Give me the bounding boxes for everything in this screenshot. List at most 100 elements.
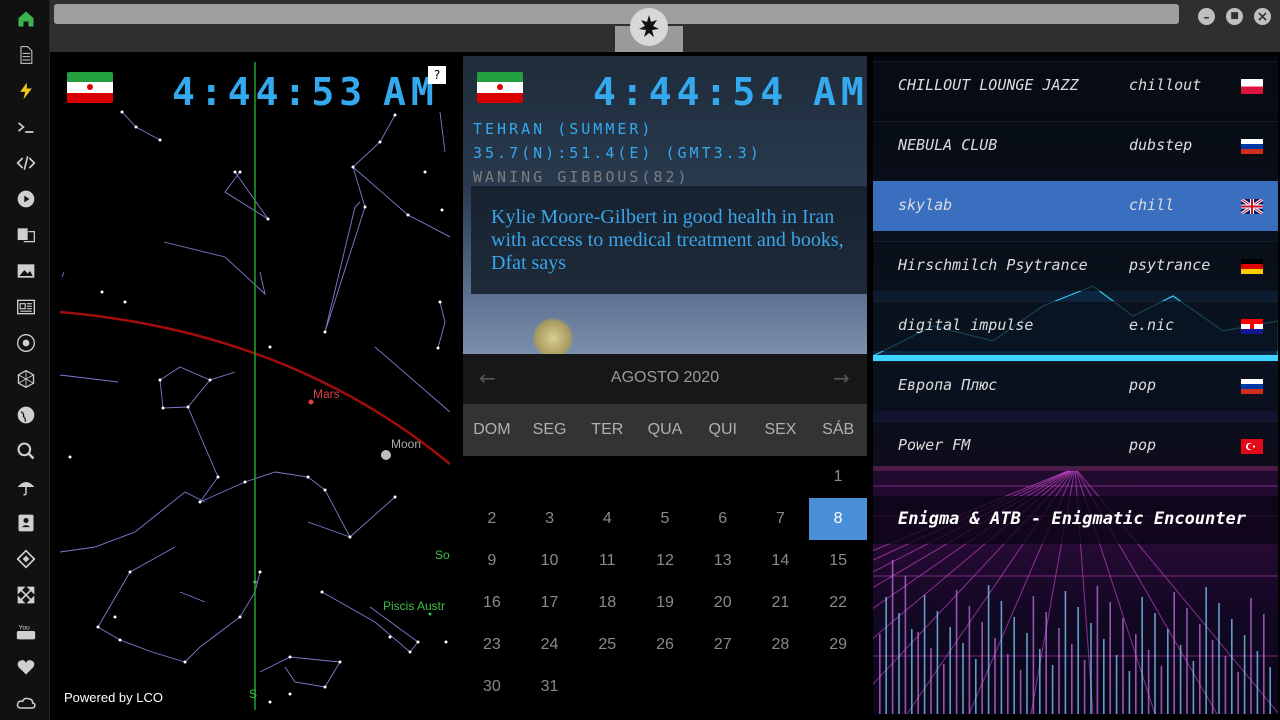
umbrella-icon[interactable] (13, 474, 39, 500)
calendar-day[interactable]: 1 (809, 456, 867, 498)
star (320, 590, 324, 594)
station-row[interactable]: CHILLOUT LOUNGE JAZZ chillout (873, 61, 1278, 111)
rebel-icon[interactable] (13, 330, 39, 356)
calendar-day[interactable]: 17 (521, 582, 579, 624)
maximize-button[interactable]: ■ (1226, 8, 1243, 25)
moon-marker[interactable] (381, 450, 391, 460)
calendar-day[interactable]: 5 (636, 498, 694, 540)
calendar-day[interactable]: 6 (694, 498, 752, 540)
top-bar: – ■ × (50, 0, 1280, 52)
lightning-icon[interactable] (13, 78, 39, 104)
visualizer-bar (1160, 666, 1163, 714)
calendar-day[interactable]: 11 (578, 540, 636, 582)
code-icon[interactable] (13, 150, 39, 176)
news-box[interactable]: Kylie Moore-Gilbert in good health in Ir… (471, 186, 867, 294)
station-name: Power FM (898, 436, 971, 454)
calendar-weekdays: DOM SEG TER QUA QUI SEX SÁB (463, 404, 867, 456)
constellation-line (163, 241, 266, 296)
station-row[interactable]: skylab chill (873, 181, 1278, 231)
visualizer-bar (904, 576, 907, 714)
calendar-day[interactable]: 24 (521, 624, 579, 666)
calendar-day[interactable]: 19 (636, 582, 694, 624)
visualizer-bar (1250, 598, 1252, 714)
visualizer-bar (1237, 672, 1239, 714)
visualizer-bar (936, 611, 939, 714)
calendar-next-button[interactable]: → (833, 366, 850, 390)
close-button[interactable]: × (1254, 8, 1271, 25)
play-icon[interactable] (13, 186, 39, 212)
star (348, 535, 352, 539)
calendar-day-selected[interactable]: 8 (809, 498, 867, 540)
visualizer-bar (949, 627, 951, 714)
calendar-day[interactable]: 31 (521, 666, 579, 708)
calendar-day[interactable]: 30 (463, 666, 521, 708)
constellation-line (437, 301, 446, 349)
star (288, 692, 292, 696)
translate-icon[interactable] (13, 222, 39, 248)
globe-icon[interactable] (13, 402, 39, 428)
calendar-day[interactable]: 13 (694, 540, 752, 582)
calendar-day[interactable]: 3 (521, 498, 579, 540)
station-row[interactable]: Power FM pop (873, 421, 1278, 471)
tag-icon[interactable] (13, 546, 39, 572)
news-headline[interactable]: Kylie Moore-Gilbert in good health in Ir… (491, 206, 847, 275)
visualizer-bar (1218, 603, 1220, 714)
station-row[interactable]: Hirschmilch Psytrance psytrance (873, 241, 1278, 291)
hexagon-icon[interactable] (13, 366, 39, 392)
weekday-label: TER (591, 421, 624, 438)
calendar-day[interactable]: 14 (752, 540, 810, 582)
star (134, 125, 138, 129)
visualizer-bar (923, 595, 926, 714)
calendar-day[interactable]: 27 (694, 624, 752, 666)
svg-text:You: You (19, 624, 31, 631)
calendar-day[interactable]: 28 (752, 624, 810, 666)
search-icon[interactable] (13, 438, 39, 464)
calendar-day[interactable]: 4 (578, 498, 636, 540)
calendar-day[interactable]: 2 (463, 498, 521, 540)
station-row[interactable]: Европа Плюс pop (873, 361, 1278, 411)
star (306, 475, 310, 479)
minimize-icon: – (1203, 9, 1210, 24)
expand-icon[interactable] (13, 582, 39, 608)
document-icon[interactable] (13, 42, 39, 68)
weekday-label: SEX (764, 421, 797, 438)
station-row[interactable]: NEBULA CLUB dubstep (873, 121, 1278, 171)
youtube-icon[interactable]: You (13, 618, 39, 644)
calendar-day[interactable]: 10 (521, 540, 579, 582)
calendar-day[interactable]: 9 (463, 540, 521, 582)
constellation-line (121, 111, 161, 141)
calendar-day[interactable]: 23 (463, 624, 521, 666)
calendar-day[interactable]: 26 (636, 624, 694, 666)
station-row[interactable]: digital impulse e.nic (873, 301, 1278, 351)
heart-icon[interactable] (13, 654, 39, 680)
gb-flag-icon (1241, 199, 1263, 214)
minimize-button[interactable]: – (1198, 8, 1215, 25)
visualizer-bar (1083, 660, 1086, 714)
calendar-day[interactable]: 16 (463, 582, 521, 624)
calendar-day[interactable]: 15 (809, 540, 867, 582)
contact-icon[interactable] (13, 510, 39, 536)
calendar-day[interactable]: 29 (809, 624, 867, 666)
home-icon[interactable] (13, 6, 39, 32)
image-icon[interactable] (13, 258, 39, 284)
visualizer-bar (943, 664, 945, 714)
calendar-day[interactable]: 7 (752, 498, 810, 540)
rebel-emblem-icon[interactable] (630, 8, 668, 46)
cloud-icon[interactable] (13, 690, 39, 716)
visualizer-bar (1135, 634, 1137, 714)
tr-flag-icon (1241, 439, 1263, 454)
calendar-day[interactable]: 21 (752, 582, 810, 624)
news-icon[interactable] (13, 294, 39, 320)
help-button[interactable]: ? (428, 66, 446, 84)
powered-by-label: Powered by LCO (64, 690, 163, 705)
terminal-icon[interactable] (13, 114, 39, 140)
calendar-day[interactable]: 22 (809, 582, 867, 624)
mars-label: Mars (313, 387, 340, 401)
calendar-day[interactable]: 12 (636, 540, 694, 582)
address-bar[interactable] (54, 4, 1179, 24)
calendar-day[interactable]: 18 (578, 582, 636, 624)
constellation-line (61, 271, 65, 278)
calendar-day[interactable]: 25 (578, 624, 636, 666)
now-playing: Enigma & ATB - Enigmatic Encounter (873, 496, 1278, 544)
calendar-day[interactable]: 20 (694, 582, 752, 624)
